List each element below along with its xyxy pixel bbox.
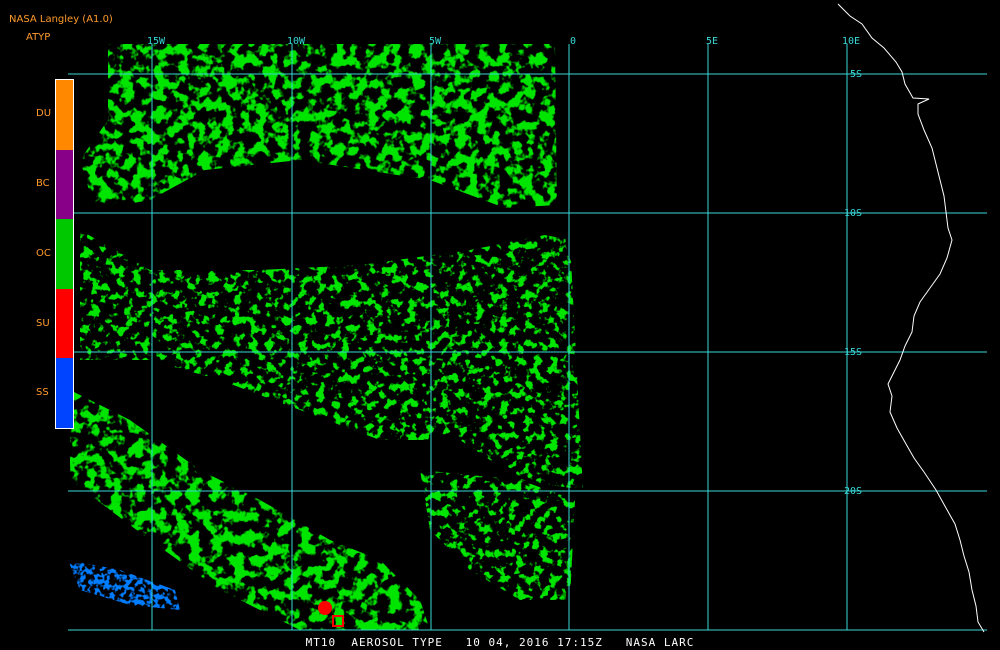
lat-label: 20S [844,486,862,497]
legend-swatch-ss [56,358,73,428]
legend-swatch-du [56,80,73,150]
legend-label-du: DU [36,108,52,119]
legend-label-ss: SS [36,387,49,398]
lon-label: 5E [706,36,718,47]
coastline [837,3,985,633]
legend-label-su: SU [36,318,50,329]
aerosol-map-display: 15W 10W 5W 0 5E 10E 5S 10S 15S 20S NASA Langley (… [0,0,1000,650]
legend-label-bc: BC [36,178,50,189]
legend-label-oc: OC [36,248,51,259]
lon-label: 0 [570,36,576,47]
lat-label: 10S [844,208,862,219]
lon-label: 15W [147,36,166,47]
legend-swatch-su [56,288,73,359]
legend-swatch-oc [56,219,73,289]
legend-swatch-bc [56,149,73,220]
lon-label: 10W [287,36,306,47]
aerosol-oc-field [70,44,583,630]
product-label: ATYP [26,32,51,43]
color-legend [55,79,74,429]
footer-caption: MT10 AEROSOL TYPE 10 04, 2016 17:15Z NAS… [305,636,695,649]
aerosol-ss-patch [68,560,180,610]
lon-label: 10E [842,36,860,47]
map-canvas: 15W 10W 5W 0 5E 10E 5S 10S 15S 20S [68,3,987,633]
lat-label: 15S [844,347,862,358]
app-title: NASA Langley (A1.0) [9,14,113,25]
lat-label: 5S [850,69,862,80]
lon-label: 5W [429,36,442,47]
